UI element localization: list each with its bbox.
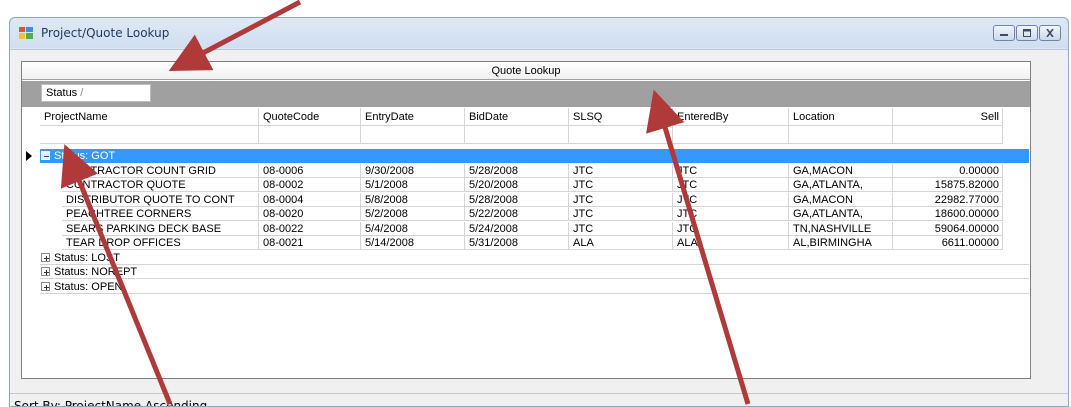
annotation-arrow-group-panel <box>646 89 751 405</box>
annotation-arrows <box>60 0 751 405</box>
annotation-arrow-caption <box>168 0 302 71</box>
annotation-arrow-group-toggle <box>60 144 173 405</box>
